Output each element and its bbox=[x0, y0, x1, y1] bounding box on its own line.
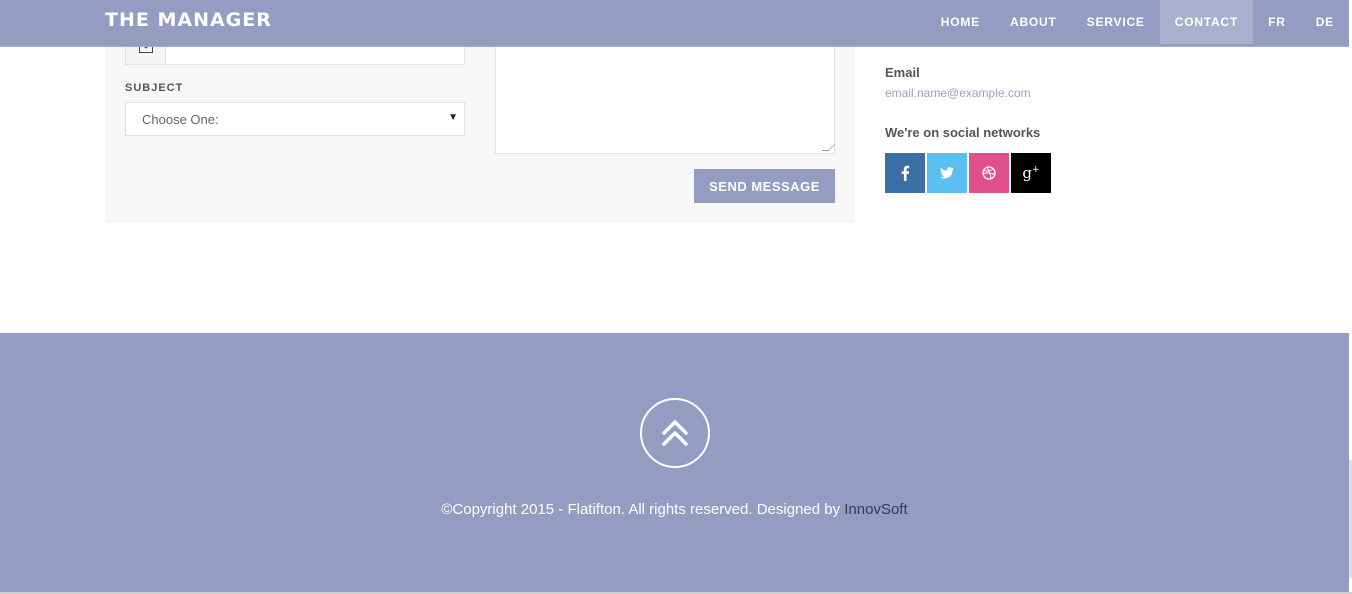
email-value[interactable]: email.name@example.com bbox=[885, 86, 1031, 100]
nav-service[interactable]: SERVICE bbox=[1072, 0, 1160, 44]
navbar: THE MANAGER HOME ABOUT SERVICE CONTACT F… bbox=[0, 0, 1349, 47]
twitter-icon[interactable] bbox=[927, 153, 967, 193]
subject-select[interactable]: Choose One: ▼ bbox=[125, 102, 465, 136]
resize-handle-icon[interactable] bbox=[821, 144, 836, 151]
footer: ©Copyright 2015 - Flatifton. All rights … bbox=[0, 333, 1349, 592]
subject-selected-value: Choose One: bbox=[142, 111, 219, 127]
nav-lang-fr[interactable]: FR bbox=[1253, 0, 1301, 44]
facebook-icon[interactable] bbox=[885, 153, 925, 193]
contact-form-panel: SUBJECT Choose One: ▼ SEND MESSAGE bbox=[105, 12, 855, 223]
brand-logo[interactable]: THE MANAGER bbox=[105, 9, 272, 31]
send-message-button[interactable]: SEND MESSAGE bbox=[694, 169, 835, 203]
caret-down-icon: ▼ bbox=[448, 112, 458, 123]
nav-home[interactable]: HOME bbox=[926, 0, 995, 44]
copyright-statement: ©Copyright 2015 - Flatifton. All rights … bbox=[441, 501, 845, 518]
designer-link[interactable]: InnovSoft bbox=[844, 501, 907, 518]
social-networks-label: We're on social networks bbox=[885, 125, 1041, 140]
nav-lang-de[interactable]: DE bbox=[1301, 0, 1349, 44]
double-chevron-up-icon bbox=[662, 420, 688, 446]
page: THE MANAGER HOME ABOUT SERVICE CONTACT F… bbox=[0, 0, 1352, 594]
copyright-text: ©Copyright 2015 - Flatifton. All rights … bbox=[0, 501, 1349, 518]
dribbble-icon[interactable] bbox=[969, 153, 1009, 193]
main-nav: HOME ABOUT SERVICE CONTACT FR DE bbox=[926, 0, 1349, 44]
social-links: g+ bbox=[885, 153, 1051, 193]
email-label: Email bbox=[885, 65, 920, 80]
subject-label: SUBJECT bbox=[125, 82, 184, 94]
message-textarea[interactable] bbox=[495, 47, 836, 154]
nav-contact[interactable]: CONTACT bbox=[1159, 0, 1254, 44]
scroll-to-top-button[interactable] bbox=[640, 398, 710, 468]
google-plus-glyph: g+ bbox=[1022, 164, 1040, 182]
google-plus-icon[interactable]: g+ bbox=[1011, 153, 1051, 193]
nav-about[interactable]: ABOUT bbox=[995, 0, 1072, 44]
